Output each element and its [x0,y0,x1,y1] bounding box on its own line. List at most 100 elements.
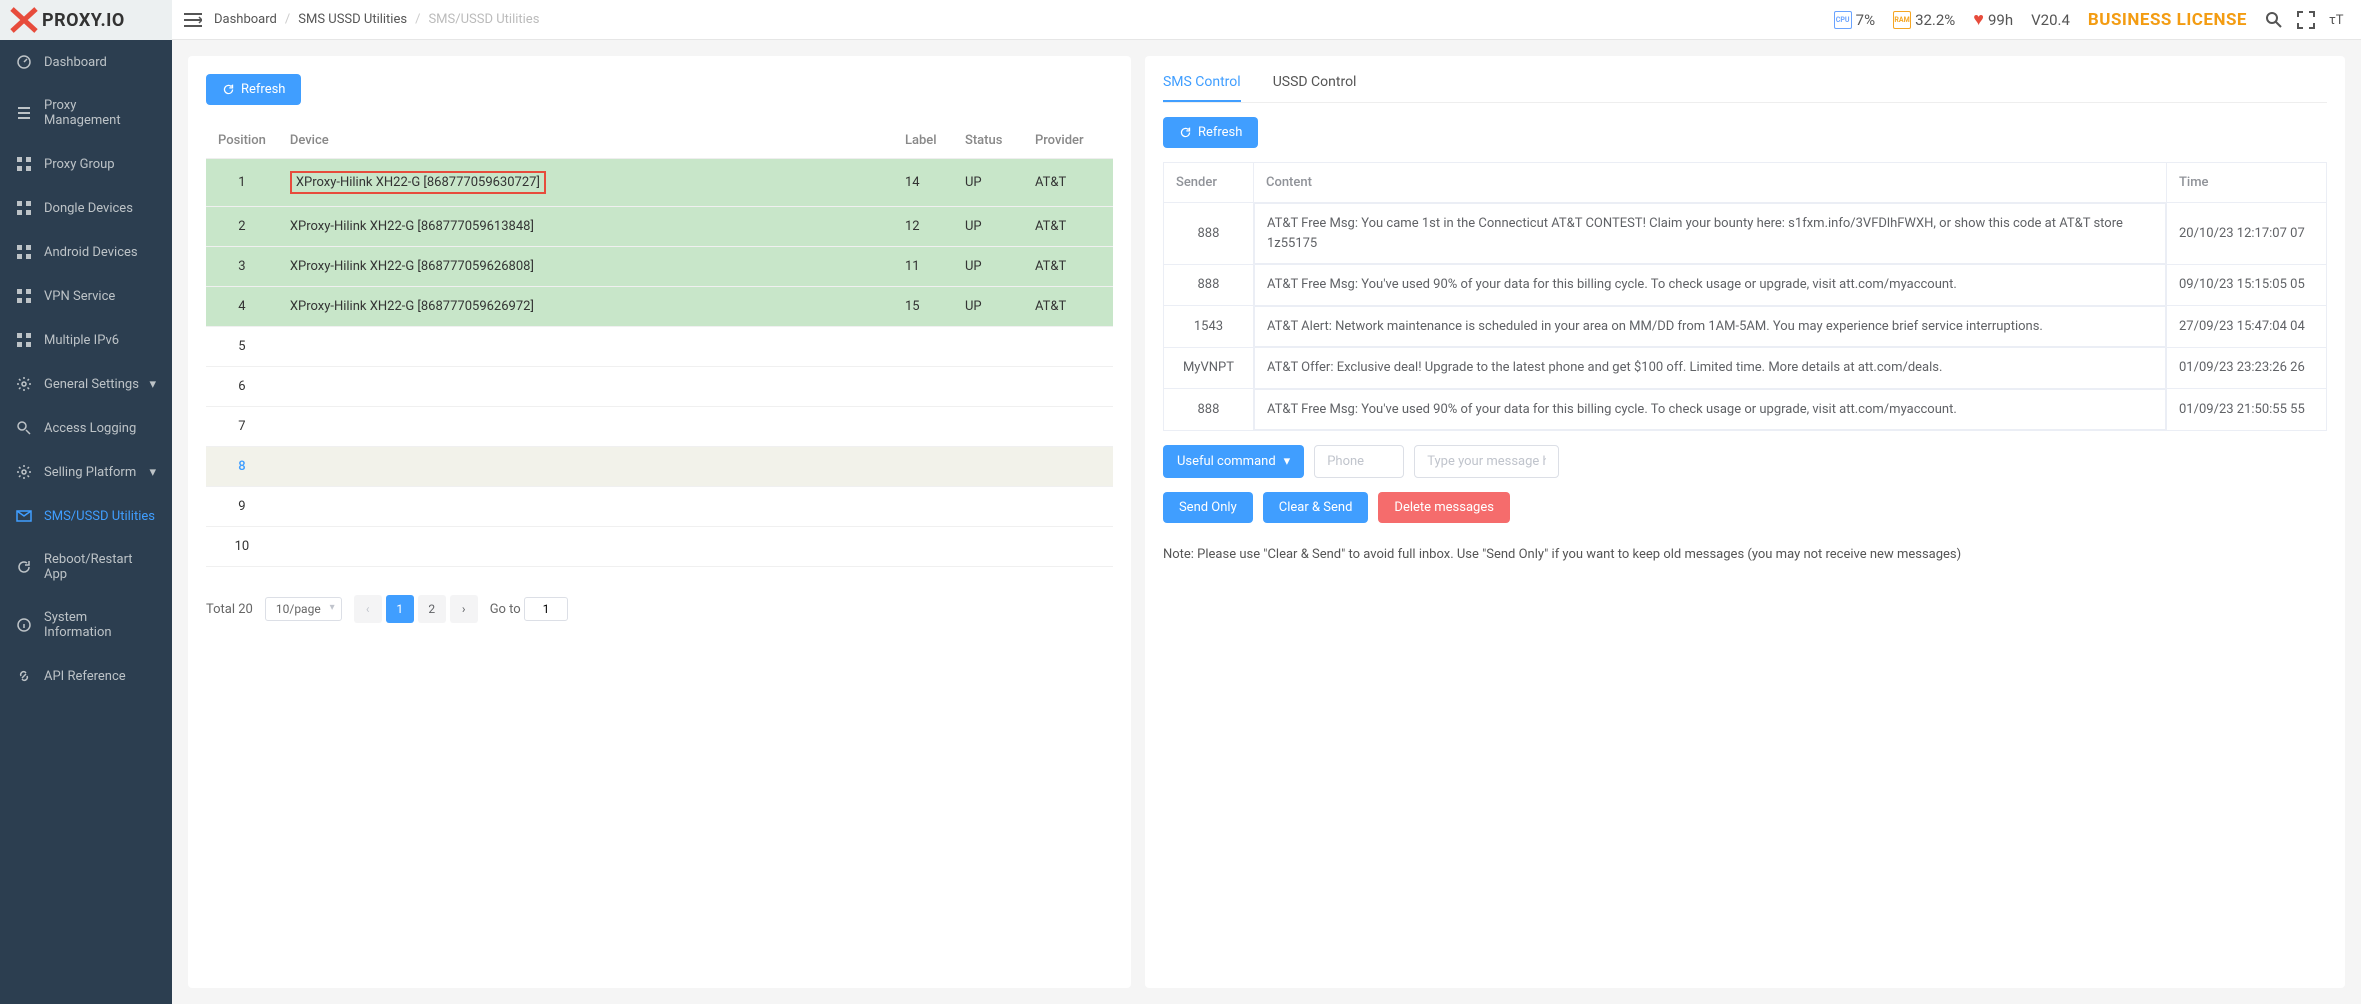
refresh-icon [16,559,32,575]
goto-page-input[interactable] [524,597,568,621]
action-buttons: Send Only Clear & Send Delete messages [1163,492,2327,523]
cpu-stat: CPU 7% [1834,11,1875,29]
link-icon [16,668,32,684]
sidebar-item-proxy-management[interactable]: Proxy Management [0,84,172,142]
pagination-total: Total 20 [206,602,253,617]
sidebar-item-vpn-service[interactable]: VPN Service [0,274,172,318]
breadcrumb-sms-ussd[interactable]: SMS USSD Utilities [298,12,407,27]
tab-sms-control[interactable]: SMS Control [1163,74,1241,102]
col-position: Position [206,123,278,159]
device-table: Position Device Label Status Provider 1X… [206,123,1113,567]
sidebar-item-label: Android Devices [44,245,138,260]
sidebar: PROXY.IO Dashboard Proxy Management Proxy … [0,0,172,1004]
col-label: Label [893,123,953,159]
content: Refresh Position Device Label Status Pro… [172,40,2361,1004]
sms-table: Sender Content Time 888AT&T Free Msg: Yo… [1163,162,2327,431]
sidebar-item-multiple-ipv6[interactable]: Multiple IPv6 [0,318,172,362]
sidebar-item-label: General Settings [44,377,139,392]
sidebar-item-android-devices[interactable]: Android Devices [0,230,172,274]
refresh-icon [1179,126,1192,139]
table-row[interactable]: 888AT&T Free Msg: You came 1st in the Co… [1163,203,2326,265]
sidebar-item-dongle-devices[interactable]: Dongle Devices [0,186,172,230]
table-row[interactable]: 10 [206,527,1113,567]
delete-messages-button[interactable]: Delete messages [1378,492,1510,523]
sidebar-item-label: System Information [44,610,156,640]
table-row[interactable]: 1543AT&T Alert: Network maintenance is s… [1163,306,2326,348]
table-row[interactable]: 4XProxy-Hilink XH22-G [868777059626972]1… [206,287,1113,327]
table-row[interactable]: MyVNPTAT&T Offer: Exclusive deal! Upgrad… [1163,347,2326,389]
table-row[interactable]: 7 [206,407,1113,447]
topbar-right: CPU 7% RAM 32.2% ♥ 99h V20.4 BUSINESS LI… [1834,9,2349,30]
menu-toggle-icon[interactable] [184,12,202,28]
mail-icon [16,508,32,524]
sidebar-item-system-information[interactable]: System Information [0,596,172,654]
prev-page-button[interactable]: ‹ [354,595,382,623]
version-label: V20.4 [2031,11,2070,29]
col-content: Content [1253,163,2166,203]
sidebar-item-label: Access Logging [44,421,136,436]
grid-icon [16,156,32,172]
table-row[interactable]: 2XProxy-Hilink XH22-G [868777059613848]1… [206,207,1113,247]
pager: ‹ 12› [354,595,478,623]
col-time: Time [2167,163,2327,203]
sidebar-item-label: Selling Platform [44,465,136,480]
breadcrumb: Dashboard / SMS USSD Utilities / SMS/USS… [214,12,539,27]
goto-page: Go to [490,597,568,621]
table-row[interactable]: 8 [206,447,1113,487]
sidebar-item-access-logging[interactable]: Access Logging [0,406,172,450]
ram-stat: RAM 32.2% [1893,11,1955,29]
table-row[interactable]: 6 [206,367,1113,407]
note-text: Note: Please use "Clear & Send" to avoid… [1163,545,2327,565]
clear-send-button[interactable]: Clear & Send [1263,492,1369,523]
gear-icon [16,464,32,480]
message-input[interactable] [1414,445,1559,478]
page-size-select[interactable]: 10/page [265,597,342,621]
search-icon [16,420,32,436]
table-row[interactable]: 1XProxy-Hilink XH22-G [868777059630727]1… [206,159,1113,207]
table-row[interactable]: 9 [206,487,1113,527]
refresh-devices-button[interactable]: Refresh [206,74,301,105]
tab-ussd-control[interactable]: USSD Control [1273,74,1357,102]
table-row[interactable]: 888AT&T Free Msg: You've used 90% of you… [1163,389,2326,431]
device-panel: Refresh Position Device Label Status Pro… [188,56,1131,988]
sidebar-item-reboot-restart-app[interactable]: Reboot/Restart App [0,538,172,596]
next-page-button[interactable]: › [450,595,478,623]
sidebar-item-selling-platform[interactable]: Selling Platform▾ [0,450,172,494]
list-icon [16,105,32,121]
send-only-button[interactable]: Send Only [1163,492,1253,523]
chevron-down-icon: ▾ [149,377,156,392]
sidebar-item-sms-ussd-utilities[interactable]: SMS/USSD Utilities [0,494,172,538]
fullscreen-icon[interactable] [2297,11,2315,29]
sidebar-item-proxy-group[interactable]: Proxy Group [0,142,172,186]
nav-list: Dashboard Proxy Management Proxy Group Dong… [0,40,172,698]
dashboard-icon [16,54,32,70]
search-icon[interactable] [2265,11,2283,29]
sidebar-item-dashboard[interactable]: Dashboard [0,40,172,84]
breadcrumb-dashboard[interactable]: Dashboard [214,12,277,27]
license-label: BUSINESS LICENSE [2088,10,2247,30]
refresh-sms-button[interactable]: Refresh [1163,117,1258,148]
sidebar-item-general-settings[interactable]: General Settings ▾ [0,362,172,406]
useful-command-dropdown[interactable]: Useful command ▾ [1163,445,1304,478]
phone-input[interactable] [1314,445,1404,478]
grid-icon [16,288,32,304]
page-button-2[interactable]: 2 [418,595,446,623]
logo-text: PROXY.IO [42,10,125,31]
sidebar-item-label: Reboot/Restart App [44,552,156,582]
info-icon [16,617,32,633]
logo[interactable]: PROXY.IO [0,0,172,40]
sidebar-item-api-reference[interactable]: API Reference [0,654,172,698]
grid-icon [16,332,32,348]
text-size-icon[interactable]: τT [2329,11,2349,29]
sidebar-item-label: Proxy Group [44,157,115,172]
table-row[interactable]: 888AT&T Free Msg: You've used 90% of you… [1163,264,2326,306]
col-status: Status [953,123,1023,159]
table-row[interactable]: 3XProxy-Hilink XH22-G [868777059626808]1… [206,247,1113,287]
sidebar-item-label: SMS/USSD Utilities [44,509,155,524]
sidebar-item-label: Dongle Devices [44,201,133,216]
svg-text:τT: τT [2329,13,2344,27]
page-button-1[interactable]: 1 [386,595,414,623]
table-row[interactable]: 5 [206,327,1113,367]
grid-icon [16,200,32,216]
sidebar-item-label: Proxy Management [44,98,156,128]
